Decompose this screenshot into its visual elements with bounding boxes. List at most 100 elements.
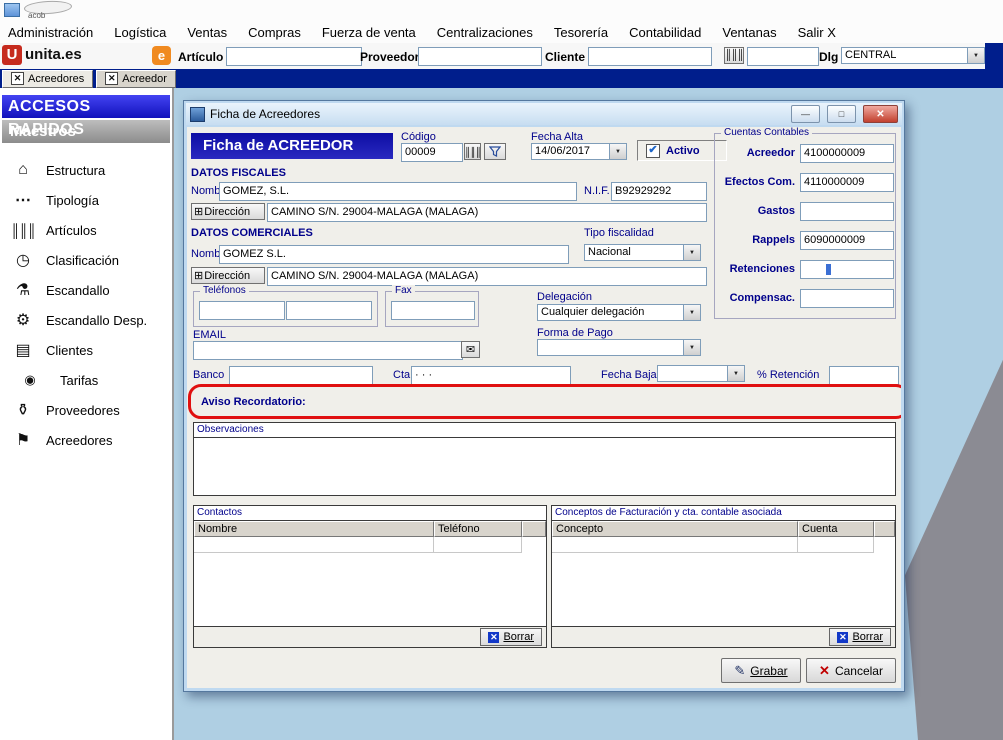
delegacion-select[interactable]: Cualquier delegación ▼ (537, 304, 701, 321)
menu-item-logistica[interactable]: Logística (114, 25, 166, 40)
menu-item-centralizaciones[interactable]: Centralizaciones (437, 25, 533, 40)
nombre-fiscal-input[interactable]: GOMEZ, S.L. (219, 182, 577, 201)
nombre-comercial-input[interactable]: GOMEZ S.L. (219, 245, 569, 264)
menu-item-fuerza-de-venta[interactable]: Fuerza de venta (322, 25, 416, 40)
retencion-pct-input[interactable] (829, 366, 899, 385)
plus-box-icon: ⊞ (194, 206, 204, 218)
brand-logo-icon: U (2, 45, 22, 65)
delegation-select[interactable]: CENTRAL ▼ (841, 47, 985, 64)
grabar-button[interactable]: ✎ Grabar (721, 658, 801, 683)
proveedor-label: Proveedor (360, 50, 420, 64)
sidebar-item-clasificacion[interactable]: ◷ Clasificación (0, 245, 172, 275)
barcode-icon[interactable]: ║║║ (724, 47, 744, 64)
direccion-fiscal-input[interactable]: CAMINO S/N. 29004-MALAGA (MALAGA) (267, 203, 707, 222)
dlg-label: Dlg (819, 50, 839, 64)
close-button[interactable]: ✕ (863, 105, 898, 123)
chevron-down-icon[interactable]: ▼ (683, 339, 701, 356)
sidebar-item-tarifas[interactable]: ◉ Tarifas (0, 365, 172, 395)
codigo-input[interactable]: 00009 (401, 143, 463, 162)
barcode-icon[interactable]: ║║║ (464, 143, 482, 160)
maximize-button[interactable]: □ (827, 105, 856, 123)
menu-item-salir[interactable]: Salir X (798, 25, 836, 40)
fecha-baja-select[interactable]: ▼ (657, 365, 745, 382)
menu-item-ventas[interactable]: Ventas (187, 25, 227, 40)
sidebar-item-acreedores[interactable]: ⚑ Acreedores (0, 425, 172, 455)
chevron-down-icon[interactable]: ▼ (967, 47, 985, 64)
compensac-input[interactable] (800, 289, 894, 308)
annotation-highlight: Aviso Recordatorio: (188, 384, 901, 419)
form-banner: Ficha de ACREEDOR (191, 133, 393, 159)
email-card-icon[interactable]: ✉ (461, 341, 480, 358)
sidebar-item-clientes[interactable]: ▤ Clientes (0, 335, 172, 365)
observaciones-label: Observaciones (194, 423, 895, 438)
chevron-down-icon[interactable]: ▼ (683, 244, 701, 261)
chevron-down-icon[interactable]: ▼ (609, 143, 627, 160)
cta-input[interactable]: · · · (411, 366, 571, 385)
cliente-input[interactable] (588, 47, 712, 66)
toolbar-end-block (985, 43, 1003, 69)
acreedor-account-input[interactable]: 4100000009 (800, 144, 894, 163)
forma-pago-select[interactable]: ▼ (537, 339, 701, 356)
proveedor-input[interactable] (418, 47, 542, 66)
acob-logo-text: acob (28, 11, 46, 20)
column-header-nombre: Nombre (194, 521, 434, 537)
sidebar-item-escandallo-desp[interactable]: ⚙ Escandallo Desp. (0, 305, 172, 335)
close-checkbox-icon[interactable]: ✕ (105, 72, 119, 85)
observaciones-textarea[interactable] (194, 438, 895, 493)
cancelar-button[interactable]: ✕ Cancelar (806, 658, 896, 683)
sidebar-item-estructura[interactable]: ⌂ Estructura (0, 155, 172, 185)
borrar-contacto-button[interactable]: ✕ Borrar (480, 628, 542, 646)
fecha-alta-label: Fecha Alta (531, 131, 583, 143)
compass-icon: ◷ (16, 252, 30, 269)
retenciones-input[interactable] (800, 260, 894, 279)
window-title-strip: acob (0, 0, 1003, 22)
telefono2-input[interactable] (286, 301, 372, 320)
filter-button[interactable] (484, 143, 506, 160)
table-row[interactable] (552, 537, 895, 553)
banco-input[interactable] (229, 366, 373, 385)
menu-item-administracion[interactable]: Administración (8, 25, 93, 40)
column-header-concepto: Concepto (552, 521, 798, 537)
email-input[interactable] (193, 341, 463, 360)
sidebar-item-proveedores[interactable]: ⚱ Proveedores (0, 395, 172, 425)
close-checkbox-icon[interactable]: ✕ (11, 72, 24, 85)
tab-label: Acreedores (28, 72, 85, 85)
tab-acreedor[interactable]: ✕ Acreedor (96, 69, 176, 88)
chevron-down-icon[interactable]: ▼ (727, 365, 745, 382)
fax-input[interactable] (391, 301, 475, 320)
tab-label: Acreedor (122, 72, 167, 85)
direccion-comercial-input[interactable]: CAMINO S/N. 29004-MALAGA (MALAGA) (267, 267, 707, 286)
nif-input[interactable]: B92929292 (611, 182, 707, 201)
minimize-button[interactable]: — (791, 105, 820, 123)
gear-icon: ⚙ (15, 312, 31, 329)
fecha-alta-select[interactable]: 14/06/2017 ▼ (531, 143, 627, 160)
sidebar-item-articulos[interactable]: ║║║ Artículos (0, 215, 172, 245)
datos-fiscales-title: DATOS FISCALES (191, 167, 286, 179)
table-row[interactable] (194, 537, 546, 553)
articulo-input[interactable] (226, 47, 362, 66)
menu-item-contabilidad[interactable]: Contabilidad (629, 25, 701, 40)
barcode-input[interactable] (747, 47, 819, 66)
cancel-x-icon: ✕ (819, 662, 830, 678)
rappels-input[interactable]: 6090000009 (800, 231, 894, 250)
direccion-fiscal-button[interactable]: ⊞ Dirección (191, 203, 265, 220)
tipo-fiscalidad-select[interactable]: Nacional ▼ (584, 244, 701, 261)
sidebar-item-escandallo[interactable]: ⚗ Escandallo (0, 275, 172, 305)
activo-checkbox[interactable]: ✔ (646, 143, 660, 158)
gastos-label: Gastos (757, 205, 795, 217)
chevron-down-icon[interactable]: ▼ (683, 304, 701, 321)
menu-item-compras[interactable]: Compras (248, 25, 301, 40)
plus-box-icon: ⊞ (194, 270, 204, 282)
menu-item-tesoreria[interactable]: Tesorería (554, 25, 608, 40)
tab-acreedores[interactable]: ✕ Acreedores (2, 69, 94, 88)
menu-item-ventanas[interactable]: Ventanas (722, 25, 776, 40)
books-icon: ▤ (15, 342, 31, 359)
telefono1-input[interactable] (199, 301, 285, 320)
efectos-com-input[interactable]: 4110000009 (800, 173, 894, 192)
dialog-title-bar: Ficha de Acreedores — □ ✕ (186, 103, 902, 125)
borrar-concepto-button[interactable]: ✕ Borrar (829, 628, 891, 646)
sidebar-item-tipologia[interactable]: ⋯ Tipología (0, 185, 172, 215)
email-label: EMAIL (193, 329, 227, 341)
direccion-comercial-button[interactable]: ⊞ Dirección (191, 267, 265, 284)
gastos-input[interactable] (800, 202, 894, 221)
